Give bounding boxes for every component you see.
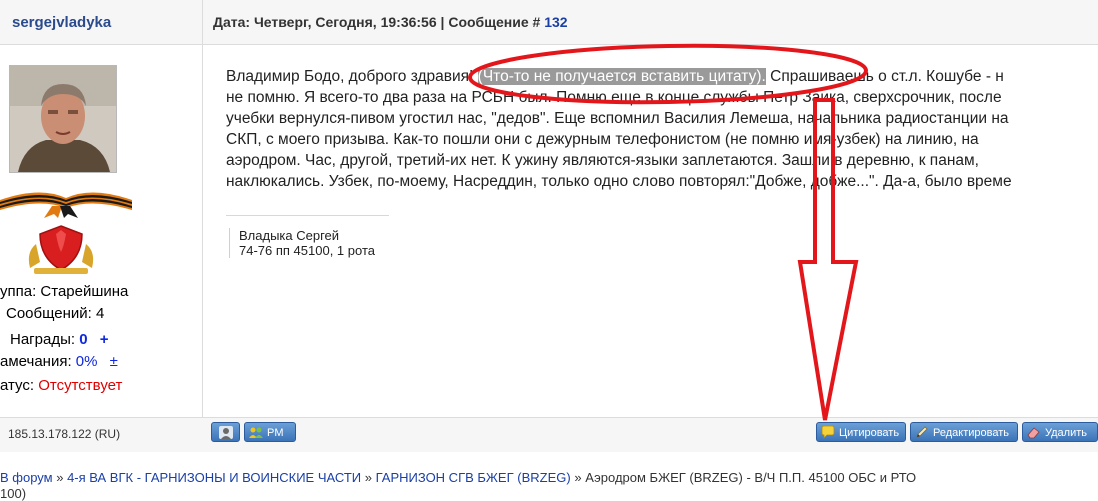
breadcrumb-separator: » bbox=[56, 470, 64, 485]
awards-label: Награды: bbox=[10, 331, 76, 348]
post-date: Дата: Четверг, Сегодня, 19:36:56 | Сообщ… bbox=[213, 14, 545, 30]
remarks-change-button[interactable]: ± bbox=[110, 353, 118, 370]
post-author-header: sergejvladyka bbox=[0, 0, 203, 45]
message-line: СКП, с моего призыва. Как-то пошли они с… bbox=[226, 131, 979, 148]
message-line: не помню. Я всего-то два раза на РСБН бы… bbox=[226, 89, 1002, 106]
breadcrumb-garrison-link[interactable]: ГАРНИЗОН СГВ БЖЕГ (BRZEG) bbox=[376, 470, 571, 485]
message-text: Спрашиваешь о ст.л. Кошубе - н bbox=[765, 68, 1004, 85]
eraser-icon bbox=[1027, 427, 1040, 439]
remarks-value-link[interactable]: 0% bbox=[76, 353, 98, 370]
message-number-link[interactable]: 132 bbox=[544, 14, 567, 30]
breadcrumb-separator: » bbox=[364, 470, 372, 485]
signature-name: Владыка Сергей bbox=[239, 228, 340, 243]
user-messages: Сообщений: 4 bbox=[6, 305, 105, 322]
breadcrumb-va-link[interactable]: 4-я ВА ВГК - ГАРНИЗОНЫ И ВОИНСКИЕ ЧАСТИ bbox=[67, 470, 361, 485]
st-george-ribbon-icon bbox=[0, 192, 132, 218]
signature: Владыка Сергей 74-76 пп 45100, 1 рота bbox=[229, 228, 375, 258]
breadcrumb-forum-link[interactable]: В форум bbox=[0, 470, 53, 485]
signature-divider bbox=[226, 215, 389, 216]
post-meta: Дата: Четверг, Сегодня, 19:36:56 | Сообщ… bbox=[213, 14, 568, 30]
user-status: атус: Отсутствует bbox=[0, 377, 122, 394]
avatar-photo bbox=[10, 66, 116, 172]
remarks-label: амечания: bbox=[0, 353, 72, 370]
breadcrumb-current: Аэродром БЖЕГ (BRZEG) - В/Ч П.П. 45100 О… bbox=[585, 470, 917, 485]
signature-unit: 74-76 пп 45100, 1 рота bbox=[239, 243, 375, 258]
message-line: аэродром. Час, другой, третий-их нет. К … bbox=[226, 152, 979, 169]
user-ip: 185.13.178.122 (RU) bbox=[8, 427, 121, 441]
message-body: Владимир Бодо, доброго здравия! (Что-то … bbox=[226, 66, 1098, 192]
pencil-icon bbox=[916, 426, 928, 438]
awards-plus-button[interactable]: + bbox=[100, 331, 109, 348]
breadcrumb-current-cont: 100) bbox=[0, 486, 27, 501]
quote-button[interactable]: Цитировать bbox=[816, 422, 906, 442]
quote-bubble-icon bbox=[821, 426, 835, 439]
edit-button[interactable]: Редактировать bbox=[910, 422, 1018, 442]
avatar bbox=[9, 65, 117, 173]
message-line: учебки вернулся-пивом угостил нас, "дедо… bbox=[226, 110, 1009, 127]
message-line: наклюкались. Узбек, по-моему, Насреддин,… bbox=[226, 173, 1012, 190]
user-awards: Награды: 0 + bbox=[10, 331, 109, 348]
delete-label: Удалить bbox=[1045, 427, 1087, 439]
status-value: Отсутствует bbox=[38, 377, 123, 394]
user-remarks: амечания: 0% ± bbox=[0, 353, 118, 370]
pm-button[interactable]: PM bbox=[244, 422, 296, 442]
users-icon bbox=[249, 427, 263, 438]
user-group: уппа: Старейшина bbox=[0, 283, 129, 300]
username-link[interactable]: sergejvladyka bbox=[12, 14, 111, 31]
awards-value-link[interactable]: 0 bbox=[79, 331, 87, 348]
rank-shield-icon bbox=[28, 225, 94, 274]
profile-icon bbox=[219, 426, 233, 439]
breadcrumb-continuation: 100) bbox=[0, 486, 26, 501]
breadcrumb-separator: » bbox=[574, 470, 582, 485]
status-label: атус: bbox=[0, 377, 35, 394]
post-meta-header: Дата: Четверг, Сегодня, 19:36:56 | Сообщ… bbox=[203, 0, 1098, 45]
message-text: Владимир Бодо, доброго здравия! bbox=[226, 68, 478, 85]
profile-button[interactable] bbox=[211, 422, 240, 442]
quote-label: Цитировать bbox=[839, 427, 900, 439]
message-line: Владимир Бодо, доброго здравия! (Что-то … bbox=[226, 66, 1098, 87]
pm-label: PM bbox=[267, 427, 284, 439]
highlighted-text: (Что-то не получается вставить цитату). bbox=[477, 68, 766, 85]
delete-button[interactable]: Удалить bbox=[1022, 422, 1098, 442]
edit-label: Редактировать bbox=[933, 427, 1009, 439]
breadcrumb: В форум » 4-я ВА ВГК - ГАРНИЗОНЫ И ВОИНС… bbox=[0, 470, 916, 485]
